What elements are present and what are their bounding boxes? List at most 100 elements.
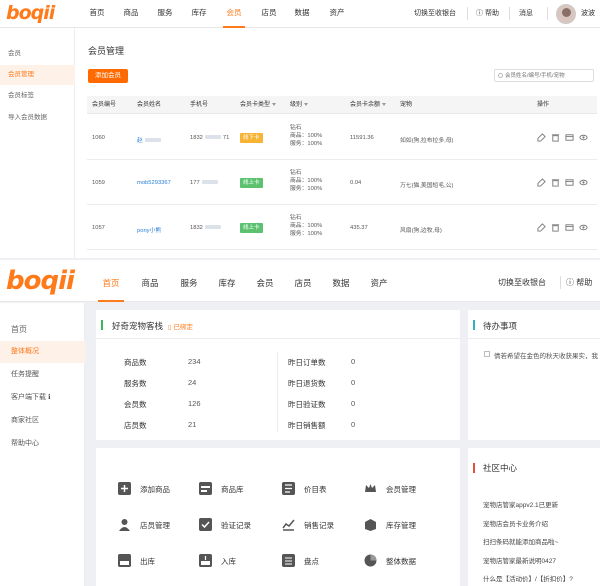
member-name-link[interactable]: mob5293367 [137, 180, 171, 186]
column-level[interactable]: 级别 [290, 96, 309, 114]
view-eye-icon[interactable] [579, 133, 588, 142]
member-management-panel: boqii 首页 商品 服务 库存 会员 店员 数据 资产 切换至收银台 ⓘ 帮… [0, 0, 600, 258]
edit-icon[interactable] [537, 223, 546, 232]
sidebar-item-members[interactable]: 会员 [0, 44, 75, 64]
sidebar-item-home[interactable]: 首页 [0, 319, 85, 341]
nav-members[interactable]: 会员 [223, 0, 245, 28]
column-member-id: 会员编号 [92, 102, 117, 108]
delete-icon[interactable] [551, 178, 560, 187]
card-icon[interactable] [565, 223, 574, 232]
user-avatar[interactable] [556, 4, 576, 24]
card-icon[interactable] [565, 178, 574, 187]
nav-assets[interactable]: 资产 [324, 0, 350, 28]
store-stats-card: 好奇宠物客栈 ▯ 已绑定 商品数 234 服务数 24 会员数 126 店员数 … [96, 310, 460, 440]
stat-label: 昨日销售额 [288, 421, 326, 430]
news-link[interactable]: 宠物店管家appv2.1已更新 [483, 499, 558, 509]
nav-services[interactable]: 服务 [176, 260, 202, 302]
filter-icon[interactable] [382, 102, 387, 106]
nav-inventory[interactable]: 库存 [186, 0, 212, 28]
member-balance: 0.04 [350, 180, 362, 186]
stat-value: 24 [188, 378, 197, 387]
sidebar-item-member-tags[interactable]: 会员标签 [0, 86, 75, 106]
edit-icon[interactable] [537, 178, 546, 187]
member-name-link[interactable]: 赵 [137, 135, 163, 144]
sidebar-item-member-management[interactable]: 会员管理 [0, 65, 75, 85]
nav-services[interactable]: 服务 [152, 0, 178, 28]
help-link[interactable]: ⓘ 帮助 [566, 260, 592, 302]
level-name: 钻石 [290, 215, 302, 221]
shortcut-label: 盘点 [304, 557, 319, 566]
member-search-input[interactable] [495, 70, 587, 81]
member-id: 1059 [92, 180, 105, 186]
sidebar-item-import-members[interactable]: 导入会员数据 [0, 108, 75, 128]
filter-icon[interactable] [272, 102, 277, 106]
member-pet: 万七(猫,美国短毛,公) [400, 183, 454, 189]
divider [547, 7, 548, 20]
table-row: 1059 mob5293367 177 线上卡 钻石 商品：100% 服务：10… [87, 161, 597, 205]
column-balance[interactable]: 会员卡余额 [350, 96, 387, 114]
nav-assets[interactable]: 资产 [366, 260, 392, 302]
member-name-link[interactable]: pony小熊 [137, 225, 161, 234]
nav-staff[interactable]: 店员 [256, 0, 282, 28]
nav-data[interactable]: 数据 [328, 260, 354, 302]
column-card-type[interactable]: 会员卡类型 [240, 96, 277, 114]
phone-prefix: 1832 [190, 135, 203, 141]
service-discount: 服务：100% [290, 141, 323, 147]
stat-value: 21 [188, 420, 197, 429]
member-id: 1060 [92, 135, 105, 141]
nav-members[interactable]: 会员 [252, 260, 278, 302]
todo-item[interactable]: 倩若希望在金色的秋天收获果实，我 [494, 350, 598, 360]
home-overview-panel: boqii 首页 商品 服务 库存 会员 店员 数据 资产 切换至收银台 ⓘ 帮… [0, 260, 600, 586]
inbound-icon [199, 554, 212, 567]
boqii-logo[interactable]: boqii [6, 2, 55, 24]
todo-card: 待办事项 倩若希望在金色的秋天收获果实，我 [468, 310, 600, 440]
phone-icon: ▯ [168, 324, 172, 331]
bound-status[interactable]: ▯ 已绑定 [168, 321, 193, 331]
delete-icon[interactable] [551, 133, 560, 142]
boqii-logo[interactable]: boqii [6, 266, 75, 296]
shortcut-label: 整体数据 [386, 557, 416, 566]
sidebar-item-help-center[interactable]: 帮助中心 [0, 433, 85, 455]
member-search[interactable] [494, 69, 594, 82]
help-label: 帮助 [484, 10, 499, 17]
user-name[interactable]: 波波 [581, 0, 595, 28]
phone-suffix: 71 [222, 135, 230, 141]
sidebar-item-merchant-community[interactable]: 商家社区 [0, 410, 85, 432]
help-link[interactable]: ⓘ 帮助 [476, 0, 499, 28]
nav-home[interactable]: 首页 [98, 260, 124, 302]
edit-icon[interactable] [537, 133, 546, 142]
messages-link[interactable]: 消息 [519, 0, 533, 28]
news-link[interactable]: 宠物店会员卡业务介绍 [483, 518, 548, 528]
card-icon[interactable] [565, 133, 574, 142]
news-link[interactable]: 扫扫条码就能添加商品啦~ [483, 536, 558, 546]
nav-inventory[interactable]: 库存 [214, 260, 240, 302]
help-icon: ⓘ [476, 10, 483, 17]
switch-to-cashier-link[interactable]: 切换至收银台 [414, 0, 456, 28]
nav-home[interactable]: 首页 [84, 0, 110, 28]
shortcut-label: 销售记录 [304, 521, 334, 530]
news-link[interactable]: 什么是【活动价】/【折扣价】? [483, 573, 573, 583]
community-card: 社区中心 [468, 448, 600, 586]
view-eye-icon[interactable] [579, 178, 588, 187]
news-link[interactable]: 宠物店管家最新说明0427 [483, 555, 556, 565]
todo-checkbox[interactable] [484, 351, 490, 357]
stat-value: 0 [351, 357, 356, 366]
sidebar-item-task-reminders[interactable]: 任务提醒 [0, 364, 85, 386]
delete-icon[interactable] [551, 223, 560, 232]
filter-icon[interactable] [304, 102, 309, 106]
phone-prefix: 177 [190, 180, 200, 186]
sidebar-item-client-download[interactable]: 客户端下载 ℹ [0, 387, 85, 409]
shortcut-label: 库存管理 [386, 521, 416, 530]
column-level-label: 级别 [290, 102, 303, 108]
community-title: 社区中心 [483, 463, 518, 473]
nav-data[interactable]: 数据 [289, 0, 315, 28]
sidebar-item-overview[interactable]: 整体概况 [0, 341, 85, 363]
add-member-button[interactable]: 添加会员 [88, 69, 128, 83]
member-name-text: 赵 [137, 138, 143, 144]
switch-to-cashier-link[interactable]: 切换至收银台 [498, 260, 546, 302]
view-eye-icon[interactable] [579, 223, 588, 232]
shortcut-label: 入库 [221, 557, 236, 566]
nav-products[interactable]: 商品 [137, 260, 163, 302]
nav-products[interactable]: 商品 [118, 0, 144, 28]
nav-staff[interactable]: 店员 [290, 260, 316, 302]
